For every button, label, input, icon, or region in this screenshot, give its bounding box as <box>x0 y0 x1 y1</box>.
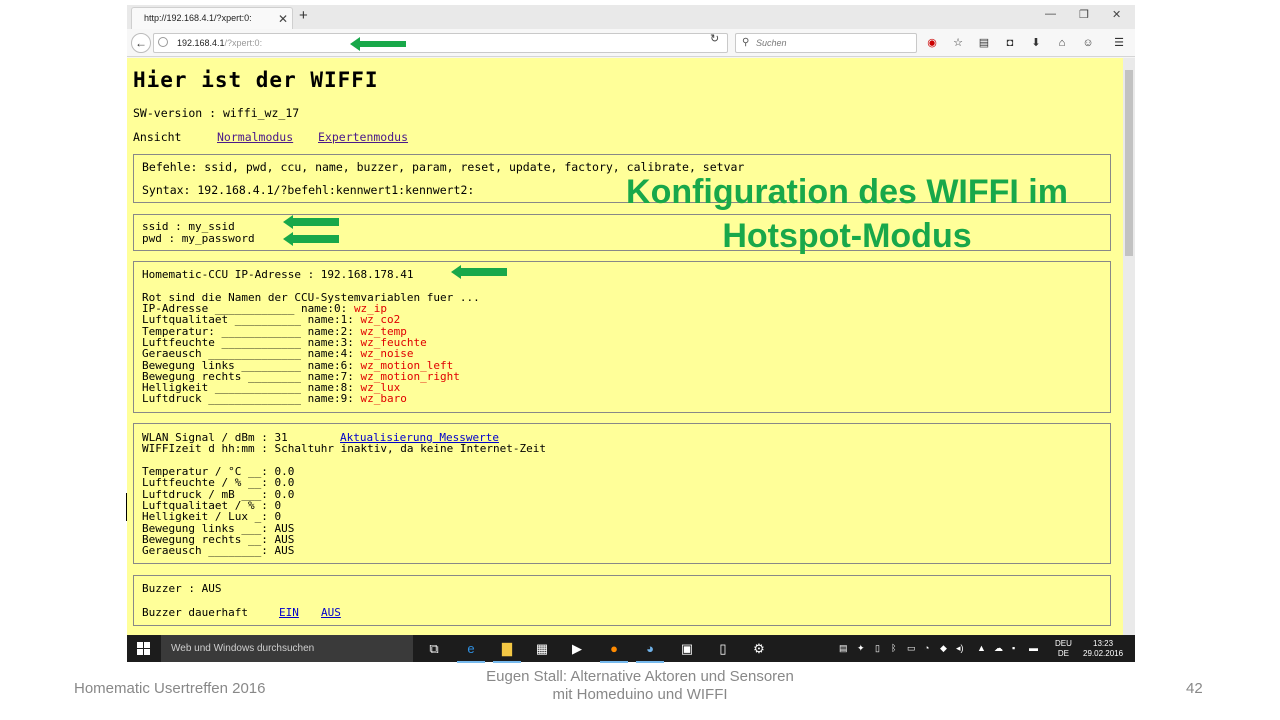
language-bottom: DE <box>1057 649 1069 658</box>
notification-icon[interactable]: ▬ <box>1029 643 1038 653</box>
url-text: 192.168.4.1/?xpert:0: <box>177 38 262 48</box>
buzzer-permanent-label: Buzzer dauerhaft <box>142 606 248 619</box>
minimize-icon[interactable]: — <box>1045 8 1056 20</box>
globe-icon <box>158 37 168 47</box>
windows-taskbar: Web und Windows durchsuchen ⧉ e ▇ ▦ ▶ ● … <box>127 635 1135 663</box>
diamond-icon[interactable]: ◆ <box>940 643 947 654</box>
wiffizeit-line: WIFFIzeit d hh:mm : Schaltuhr inaktiv, d… <box>142 442 546 456</box>
search-icon: ⚲ <box>742 37 750 48</box>
footer-title-line-1: Eugen Stall: Alternative Aktoren und Sen… <box>486 668 794 685</box>
cloud-icon[interactable]: ☁ <box>994 643 1003 654</box>
firefox-icon[interactable]: ● <box>600 639 628 663</box>
reading-list-icon[interactable]: ▤ <box>977 36 991 50</box>
new-tab-button[interactable]: + <box>299 7 308 24</box>
measurements-box: WLAN Signal / dBm : 31 Aktualisierung Me… <box>133 423 1111 564</box>
settings-gear-icon[interactable]: ⚙ <box>749 639 769 659</box>
back-arrow-icon[interactable]: ← <box>131 33 151 53</box>
overlay-annotation: Konfiguration des WIFFI im Hotspot-Modus <box>597 170 1097 258</box>
buzzer-status: Buzzer : AUS <box>142 582 222 595</box>
document-icon[interactable]: ▯ <box>713 639 733 659</box>
tab-close-icon[interactable]: ✕ <box>278 12 288 26</box>
url-arrow-icon <box>350 37 406 51</box>
url-path: /?xpert:0: <box>224 38 263 48</box>
overlay-line-1: Konfiguration des WIFFI im <box>626 173 1068 211</box>
browser-tab[interactable]: http://192.168.4.1/?xpert:0: ✕ <box>131 7 293 29</box>
measurement-row: Helligkeit / Lux _: 0 <box>142 510 282 524</box>
volume-icon[interactable]: ◂) <box>956 643 964 654</box>
expertenmodus-link[interactable]: Expertenmodus <box>318 130 408 144</box>
footer-event: Homematic Usertreffen 2016 <box>74 680 266 697</box>
variable-label: Luftdruck ______________ name:9: <box>142 392 354 406</box>
control-panel-icon[interactable]: ▣ <box>677 639 697 659</box>
record-icon[interactable]: ◉ <box>925 36 939 50</box>
pocket-icon[interactable]: ◘ <box>1003 36 1017 50</box>
slide-number: 42 <box>1186 680 1203 697</box>
display-icon[interactable]: ▭ <box>907 643 916 654</box>
search-input[interactable]: ⚲ Suchen <box>735 33 917 53</box>
variable-name: wz_baro <box>360 392 407 406</box>
dropbox-icon[interactable]: ✦ <box>857 643 865 654</box>
edge-icon[interactable]: e <box>457 639 485 663</box>
overlay-line-2: Hotspot-Modus <box>722 217 972 255</box>
tray-app-icon[interactable]: ▪ <box>1012 643 1015 653</box>
store-icon[interactable]: ▦ <box>532 639 552 659</box>
url-bar[interactable]: 192.168.4.1/?xpert:0: <box>153 33 728 53</box>
url-host: 192.168.4.1 <box>177 38 225 48</box>
ccu-arrow-icon <box>451 265 507 279</box>
navigation-bar: ← 192.168.4.1/?xpert:0: ↻ ⚲ Suchen ◉ ☆ ▤… <box>127 29 1135 57</box>
clock[interactable]: 13:23 29.02.2016 <box>1083 639 1123 659</box>
clock-time: 13:23 <box>1093 639 1114 648</box>
network-app-icon[interactable]: ◕ <box>636 639 664 663</box>
tab-title: http://192.168.4.1/?xpert:0: <box>144 13 252 23</box>
ccu-line: Homematic-CCU IP-Adresse : 192.168.178.4… <box>142 268 414 281</box>
close-window-icon[interactable]: ✕ <box>1112 8 1121 21</box>
language-indicator[interactable]: DEU DE <box>1055 639 1072 659</box>
pwd-arrow-icon <box>283 232 339 246</box>
variable-row: Luftdruck ______________ name:9: wz_baro <box>142 393 407 404</box>
reload-icon[interactable]: ↻ <box>710 32 719 45</box>
usb-icon[interactable]: ▯ <box>875 643 880 654</box>
language-top: DEU <box>1055 639 1072 648</box>
ansicht-label: Ansicht <box>133 130 182 144</box>
buzzer-box: Buzzer : AUS Buzzer dauerhaft EIN AUS <box>133 575 1111 626</box>
buzzer-aus-link[interactable]: AUS <box>321 607 341 619</box>
download-icon[interactable]: ⬇ <box>1029 36 1043 50</box>
menu-icon[interactable]: ☰ <box>1112 36 1126 50</box>
syntax-line: Syntax: 192.168.4.1/?befehl:kennwert1:ke… <box>142 183 475 197</box>
ssid-line: ssid : my_ssid <box>142 220 235 233</box>
measurement-row: Geraeusch ________: AUS <box>142 544 295 558</box>
measurement-row: Luftfeuchte / % __: 0.0 <box>142 476 295 490</box>
sw-version: SW-version : wiffi_wz_17 <box>133 106 300 120</box>
tab-bar: http://192.168.4.1/?xpert:0: ✕ + — ❐ ✕ <box>127 5 1135 29</box>
ccu-box: Homematic-CCU IP-Adresse : 192.168.178.4… <box>133 261 1111 413</box>
bluetooth-icon[interactable]: ᛒ <box>891 643 896 653</box>
footer-title: Eugen Stall: Alternative Aktoren und Sen… <box>440 668 840 704</box>
page-title: Hier ist der WIFFI <box>133 68 379 92</box>
file-explorer-icon[interactable]: ▇ <box>493 639 521 663</box>
chat-icon[interactable]: ☺ <box>1081 36 1095 50</box>
vertical-scrollbar[interactable] <box>1123 58 1135 635</box>
ssid-arrow-icon <box>283 215 339 229</box>
taskbar-search-text: Web und Windows durchsuchen <box>171 643 315 654</box>
wifi-icon[interactable]: ◔ <box>924 643 929 653</box>
media-player-icon[interactable]: ▶ <box>567 639 587 659</box>
page-content: Hier ist der WIFFI SW-version : wiffi_wz… <box>127 58 1123 635</box>
task-view-icon[interactable]: ⧉ <box>424 639 444 659</box>
shield-icon[interactable]: ▲ <box>977 643 986 653</box>
printer-icon[interactable]: ▤ <box>839 643 848 654</box>
footer-title-line-2: mit Homeduino und WIFFI <box>552 686 728 703</box>
scroll-thumb[interactable] <box>1125 70 1133 256</box>
pwd-line: pwd : my_password <box>142 232 255 245</box>
taskbar-search-input[interactable]: Web und Windows durchsuchen <box>161 635 413 662</box>
windows-start-icon[interactable] <box>137 642 150 655</box>
normalmodus-link[interactable]: Normalmodus <box>217 130 293 144</box>
search-placeholder: Suchen <box>756 38 787 48</box>
browser-window: http://192.168.4.1/?xpert:0: ✕ + — ❐ ✕ ←… <box>127 5 1135 663</box>
restore-icon[interactable]: ❐ <box>1079 8 1089 21</box>
clock-date: 29.02.2016 <box>1083 649 1124 658</box>
home-icon[interactable]: ⌂ <box>1055 36 1069 50</box>
bookmark-star-icon[interactable]: ☆ <box>951 36 965 50</box>
text-cursor <box>126 493 127 521</box>
buzzer-ein-link[interactable]: EIN <box>279 607 299 619</box>
